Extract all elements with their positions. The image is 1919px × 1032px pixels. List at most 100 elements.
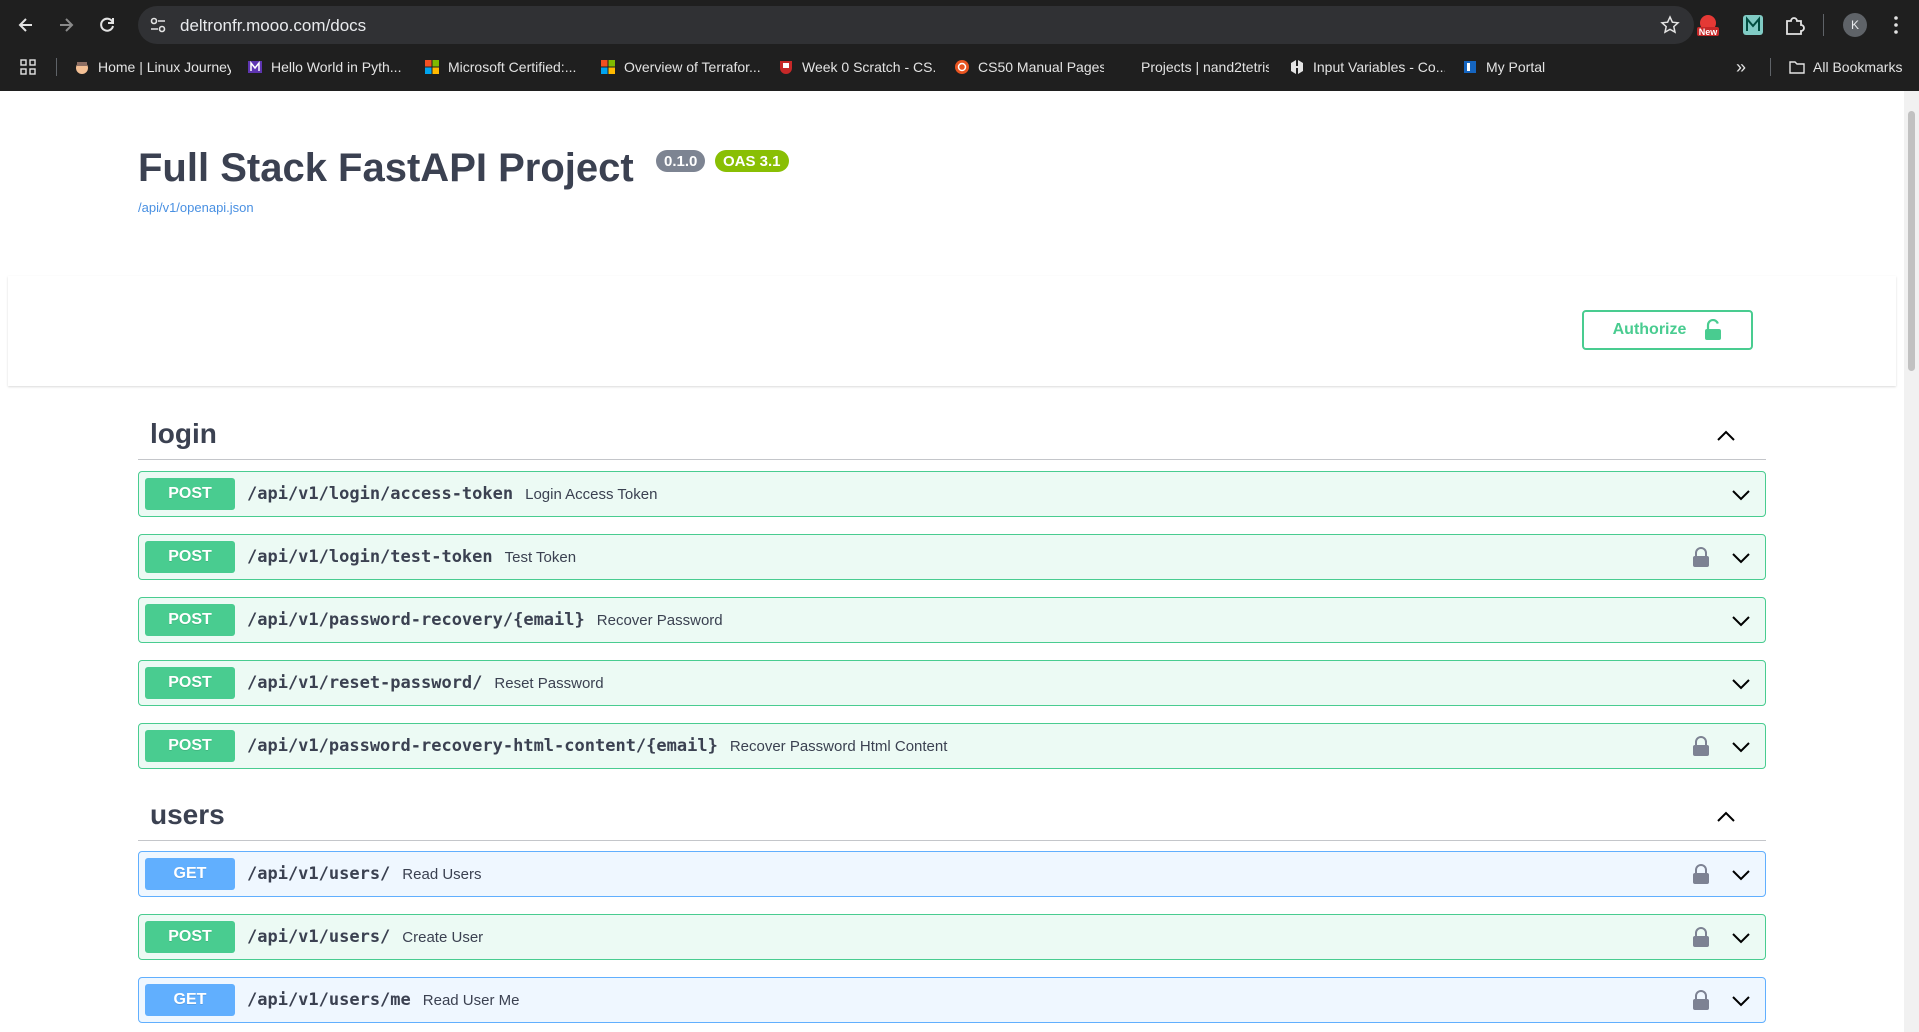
lock-icon[interactable] <box>1691 546 1711 568</box>
page-scrollbar[interactable] <box>1904 91 1919 1032</box>
tag-section-users: users GET /api/v1/users/ Read Users POST… <box>138 791 1766 1023</box>
tag-header-login[interactable]: login <box>138 410 1766 460</box>
bookmark-cs50-manual[interactable]: CS50 Manual Pages <box>954 50 1104 84</box>
bookmarks-divider-right <box>1770 58 1771 76</box>
opblock-login-access-token[interactable]: POST /api/v1/login/access-token Login Ac… <box>138 471 1766 517</box>
browser-chrome: deltronfr.mooo.com/docs New K Home | Lin… <box>0 0 1919 91</box>
lock-icon[interactable] <box>1691 735 1711 757</box>
url-text: deltronfr.mooo.com/docs <box>180 16 367 35</box>
extension-badge: New <box>1698 27 1718 37</box>
op-summary: Create User <box>402 928 484 946</box>
ubuntu-favicon <box>955 60 969 74</box>
extension-new-icon[interactable]: New <box>1696 13 1720 37</box>
more-bookmarks-button[interactable]: » <box>1736 50 1746 84</box>
harvard-favicon <box>780 61 792 74</box>
opblock-read-user-me[interactable]: GET /api/v1/users/me Read User Me <box>138 977 1766 1023</box>
method-badge: POST <box>145 730 235 762</box>
op-summary: Read Users <box>402 865 482 883</box>
op-path: /api/v1/password-recovery/{email} <box>247 610 585 630</box>
op-path: /api/v1/password-recovery-html-content/{… <box>247 736 718 756</box>
op-summary: Reset Password <box>494 674 604 692</box>
tag-header-users[interactable]: users <box>138 791 1766 841</box>
oas-badge: OAS 3.1 <box>715 150 789 172</box>
op-summary: Recover Password Html Content <box>729 737 948 755</box>
bookmarks-divider <box>56 58 57 76</box>
op-path: /api/v1/login/test-token <box>247 547 493 567</box>
site-settings-icon[interactable] <box>148 15 168 35</box>
toolbar-divider <box>1823 14 1824 36</box>
opblock-create-user[interactable]: POST /api/v1/users/ Create User <box>138 914 1766 960</box>
browser-toolbar: deltronfr.mooo.com/docs New K <box>0 0 1919 50</box>
extensions-puzzle-icon[interactable] <box>1782 13 1806 37</box>
apps-grid-icon <box>20 59 36 75</box>
op-summary: Login Access Token <box>525 485 658 503</box>
chevron-down-icon[interactable] <box>1729 546 1753 570</box>
lock-icon[interactable] <box>1691 926 1711 948</box>
op-path: /api/v1/users/ <box>247 864 391 884</box>
portal-favicon <box>1464 61 1476 73</box>
op-path: /api/v1/reset-password/ <box>247 673 483 693</box>
authorize-label: Authorize <box>1612 321 1687 338</box>
bookmark-microsoft-certified[interactable]: Microsoft Certified:... <box>424 50 582 84</box>
linux-journey-favicon <box>76 62 88 74</box>
microsoft-favicon <box>425 60 439 74</box>
profile-avatar[interactable]: K <box>1843 13 1867 37</box>
chevron-down-icon[interactable] <box>1729 926 1753 950</box>
bookmark-nand2tetris[interactable]: Projects | nand2tetris <box>1141 50 1269 84</box>
op-path: /api/v1/users/me <box>247 990 411 1010</box>
bookmark-week0-scratch[interactable]: Week 0 Scratch - CS... <box>778 50 935 84</box>
method-badge: GET <box>145 858 235 890</box>
method-badge: POST <box>145 604 235 636</box>
reload-button[interactable] <box>93 11 121 39</box>
arrow-left-icon <box>18 18 32 32</box>
lock-icon[interactable] <box>1691 863 1711 885</box>
opblock-password-recovery[interactable]: POST /api/v1/password-recovery/{email} R… <box>138 597 1766 643</box>
lock-icon[interactable] <box>1691 989 1711 1011</box>
forward-button[interactable] <box>52 11 80 39</box>
authorize-button[interactable]: Authorize <box>1582 310 1753 350</box>
bookmarks-bar: Home | Linux Journey Hello World in Pyth… <box>0 50 1919 91</box>
arrow-right-icon <box>60 18 74 32</box>
op-summary: Test Token <box>504 548 577 566</box>
apps-grid-button[interactable] <box>20 50 44 84</box>
chevron-up-icon[interactable] <box>1714 424 1738 448</box>
python-favicon <box>248 60 262 73</box>
bookmark-overview-terraform[interactable]: Overview of Terrafor... <box>600 50 760 84</box>
scrollbar-thumb[interactable] <box>1908 111 1915 371</box>
bookmark-hello-world-python[interactable]: Hello World in Pyth... <box>247 50 403 84</box>
bookmark-my-portal[interactable]: My Portal <box>1462 50 1562 84</box>
chevron-down-icon[interactable] <box>1729 735 1753 759</box>
op-path: /api/v1/users/ <box>247 927 391 947</box>
tag-section-login: login POST /api/v1/login/access-token Lo… <box>138 410 1766 769</box>
method-badge: POST <box>145 921 235 953</box>
bookmark-star-icon[interactable] <box>1660 15 1680 35</box>
method-badge: POST <box>145 667 235 699</box>
folder-icon <box>1789 61 1805 74</box>
reload-icon <box>100 17 114 32</box>
chevron-up-icon[interactable] <box>1714 805 1738 829</box>
bookmark-linux-journey[interactable]: Home | Linux Journey <box>74 50 231 84</box>
chevron-down-icon[interactable] <box>1729 672 1753 696</box>
browser-menu-icon[interactable] <box>1884 13 1908 37</box>
tag-name: users <box>150 799 225 830</box>
microsoft-favicon <box>601 60 615 74</box>
extension-m-icon[interactable] <box>1741 13 1765 37</box>
address-bar[interactable]: deltronfr.mooo.com/docs <box>138 6 1694 44</box>
opblock-login-test-token[interactable]: POST /api/v1/login/test-token Test Token <box>138 534 1766 580</box>
hashicorp-favicon <box>1291 60 1303 74</box>
all-bookmarks-button[interactable]: All Bookmarks <box>1789 50 1902 84</box>
op-summary: Recover Password <box>596 611 723 629</box>
chevron-down-icon[interactable] <box>1729 483 1753 507</box>
chevron-down-icon[interactable] <box>1729 989 1753 1013</box>
opblock-password-recovery-html[interactable]: POST /api/v1/password-recovery-html-cont… <box>138 723 1766 769</box>
opblock-read-users[interactable]: GET /api/v1/users/ Read Users <box>138 851 1766 897</box>
op-path: /api/v1/login/access-token <box>247 484 514 504</box>
tag-name: login <box>150 418 217 449</box>
back-button[interactable] <box>12 11 40 39</box>
opblock-reset-password[interactable]: POST /api/v1/reset-password/ Reset Passw… <box>138 660 1766 706</box>
method-badge: POST <box>145 541 235 573</box>
openapi-json-link[interactable]: /api/v1/openapi.json <box>138 200 254 215</box>
chevron-down-icon[interactable] <box>1729 609 1753 633</box>
chevron-down-icon[interactable] <box>1729 863 1753 887</box>
bookmark-input-variables[interactable]: Input Variables - Co... <box>1289 50 1445 84</box>
